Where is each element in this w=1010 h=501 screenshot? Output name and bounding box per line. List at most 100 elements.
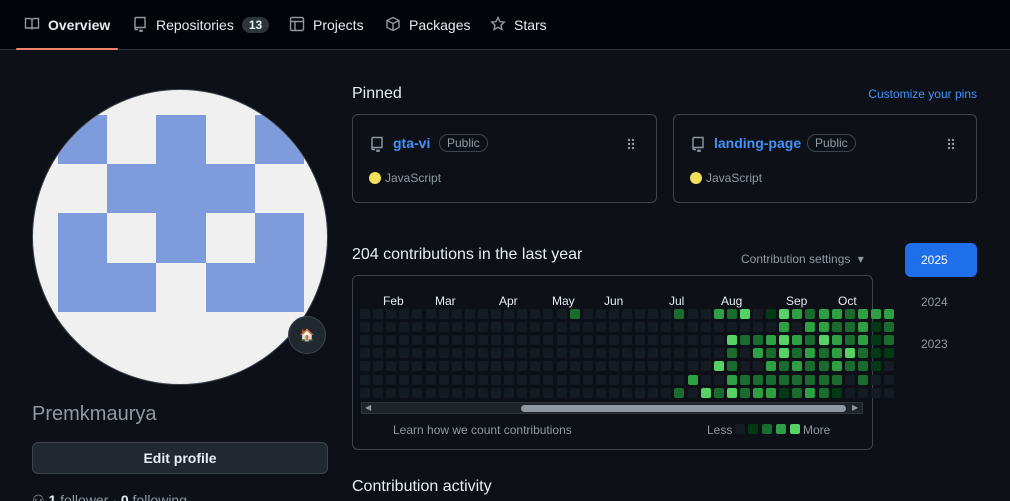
contribution-day-cell[interactable] <box>451 322 462 333</box>
contribution-day-cell[interactable] <box>766 335 777 346</box>
contribution-day-cell[interactable] <box>530 374 541 385</box>
contribution-day-cell[interactable] <box>857 309 868 319</box>
contribution-day-cell[interactable] <box>504 335 515 346</box>
contribution-day-cell[interactable] <box>818 361 829 372</box>
contribution-day-cell[interactable] <box>713 322 724 333</box>
contribution-day-cell[interactable] <box>451 348 462 359</box>
contribution-day-cell[interactable] <box>504 387 515 398</box>
contribution-day-cell[interactable] <box>530 387 541 398</box>
contribution-day-cell[interactable] <box>831 348 842 359</box>
contribution-day-cell[interactable] <box>386 374 397 385</box>
scroll-left-icon[interactable]: ◀ <box>365 403 371 412</box>
tab-repositories[interactable]: Repositories 13 <box>132 0 270 50</box>
contribution-day-cell[interactable] <box>884 361 894 372</box>
contribution-day-cell[interactable] <box>360 348 370 359</box>
contribution-day-cell[interactable] <box>582 361 593 372</box>
contribution-day-cell[interactable] <box>687 387 698 398</box>
contribution-day-cell[interactable] <box>674 374 685 385</box>
contribution-day-cell[interactable] <box>805 335 816 346</box>
contribution-day-cell[interactable] <box>779 335 790 346</box>
contribution-day-cell[interactable] <box>451 335 462 346</box>
contribution-day-cell[interactable] <box>464 348 475 359</box>
contribution-day-cell[interactable] <box>412 322 423 333</box>
contribution-day-cell[interactable] <box>753 387 763 398</box>
contribution-day-cell[interactable] <box>844 348 855 359</box>
contribution-day-cell[interactable] <box>779 322 790 333</box>
learn-contributions-link[interactable]: Learn how we count contributions <box>393 423 572 437</box>
contribution-day-cell[interactable] <box>425 309 436 319</box>
contribution-day-cell[interactable] <box>753 309 763 319</box>
contribution-day-cell[interactable] <box>438 361 449 372</box>
customize-pins-link[interactable]: Customize your pins <box>868 87 977 101</box>
contribution-day-cell[interactable] <box>556 348 567 359</box>
contribution-day-cell[interactable] <box>517 309 528 319</box>
contribution-day-cell[interactable] <box>504 348 515 359</box>
contribution-day-cell[interactable] <box>884 309 894 319</box>
contribution-day-cell[interactable] <box>595 374 606 385</box>
contribution-day-cell[interactable] <box>360 322 370 333</box>
contribution-day-cell[interactable] <box>608 322 619 333</box>
contribution-day-cell[interactable] <box>687 335 698 346</box>
contribution-day-cell[interactable] <box>438 322 449 333</box>
contribution-day-cell[interactable] <box>438 374 449 385</box>
contribution-day-cell[interactable] <box>373 374 384 385</box>
contribution-day-cell[interactable] <box>739 335 750 346</box>
contribution-day-cell[interactable] <box>608 348 619 359</box>
contribution-day-cell[interactable] <box>700 309 711 319</box>
contribution-day-cell[interactable] <box>595 361 606 372</box>
contribution-day-cell[interactable] <box>425 387 436 398</box>
contribution-day-cell[interactable] <box>477 309 488 319</box>
contribution-day-cell[interactable] <box>739 361 750 372</box>
contribution-day-cell[interactable] <box>857 348 868 359</box>
contribution-day-cell[interactable] <box>530 361 541 372</box>
contribution-day-cell[interactable] <box>726 335 737 346</box>
contribution-day-cell[interactable] <box>661 387 672 398</box>
contribution-day-cell[interactable] <box>491 309 501 319</box>
contribution-day-cell[interactable] <box>805 348 816 359</box>
contribution-day-cell[interactable] <box>360 361 370 372</box>
contribution-day-cell[interactable] <box>543 322 554 333</box>
contribution-day-cell[interactable] <box>569 322 580 333</box>
contribution-day-cell[interactable] <box>556 361 567 372</box>
contribution-day-cell[interactable] <box>504 322 515 333</box>
contribution-day-cell[interactable] <box>648 322 659 333</box>
contribution-day-cell[interactable] <box>831 322 842 333</box>
contribution-day-cell[interactable] <box>792 361 803 372</box>
contribution-day-cell[interactable] <box>608 361 619 372</box>
contribution-day-cell[interactable] <box>805 309 816 319</box>
contribution-day-cell[interactable] <box>831 387 842 398</box>
contribution-day-cell[interactable] <box>857 374 868 385</box>
contribution-day-cell[interactable] <box>648 309 659 319</box>
contribution-day-cell[interactable] <box>399 335 410 346</box>
contribution-day-cell[interactable] <box>622 387 632 398</box>
contribution-day-cell[interactable] <box>477 374 488 385</box>
contribution-day-cell[interactable] <box>373 387 384 398</box>
contribution-day-cell[interactable] <box>556 387 567 398</box>
contribution-day-cell[interactable] <box>543 309 554 319</box>
following-label[interactable]: following <box>133 492 187 501</box>
year-2023-button[interactable]: 2023 <box>905 327 977 361</box>
contribution-day-cell[interactable] <box>543 387 554 398</box>
contribution-day-cell[interactable] <box>386 387 397 398</box>
contribution-day-cell[interactable] <box>844 361 855 372</box>
tab-overview[interactable]: Overview <box>15 0 119 50</box>
contribution-day-cell[interactable] <box>517 361 528 372</box>
contribution-day-cell[interactable] <box>517 322 528 333</box>
contribution-day-cell[interactable] <box>635 387 646 398</box>
scrollbar-thumb[interactable] <box>521 405 846 412</box>
contribution-day-cell[interactable] <box>582 374 593 385</box>
contribution-day-cell[interactable] <box>530 309 541 319</box>
year-2024-button[interactable]: 2024 <box>905 285 977 319</box>
contribution-day-cell[interactable] <box>753 374 763 385</box>
contribution-day-cell[interactable] <box>766 348 777 359</box>
contribution-day-cell[interactable] <box>425 322 436 333</box>
contribution-day-cell[interactable] <box>753 361 763 372</box>
contribution-day-cell[interactable] <box>622 335 632 346</box>
contribution-day-cell[interactable] <box>805 387 816 398</box>
contribution-day-cell[interactable] <box>792 387 803 398</box>
contribution-day-cell[interactable] <box>635 322 646 333</box>
contribution-day-cell[interactable] <box>438 335 449 346</box>
contribution-day-cell[interactable] <box>530 348 541 359</box>
drag-handle-icon[interactable] <box>946 137 956 151</box>
contribution-day-cell[interactable] <box>792 322 803 333</box>
